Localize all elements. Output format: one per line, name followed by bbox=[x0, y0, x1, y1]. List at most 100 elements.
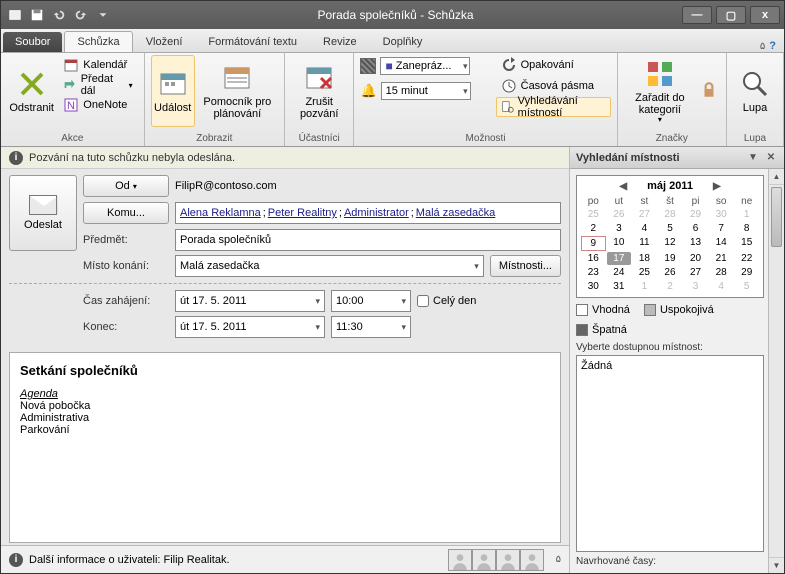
person-thumb[interactable] bbox=[472, 549, 496, 571]
show-as-combo[interactable]: ■ Zanepráz... bbox=[380, 57, 470, 75]
start-date-combo[interactable]: út 17. 5. 2011 bbox=[175, 290, 325, 312]
close-pane-icon[interactable]: ✕ bbox=[764, 151, 778, 165]
person-thumb[interactable] bbox=[448, 549, 472, 571]
cal-day[interactable]: 12 bbox=[658, 236, 683, 251]
person-thumb[interactable] bbox=[496, 549, 520, 571]
cal-day[interactable]: 13 bbox=[683, 236, 708, 251]
available-room-list[interactable]: Žádná bbox=[576, 355, 764, 552]
zoom-button[interactable]: Lupa bbox=[733, 55, 777, 127]
categorize-button[interactable]: Zařadit do kategorií▾ bbox=[624, 55, 697, 127]
start-time-combo[interactable]: 10:00 bbox=[331, 290, 411, 312]
private-button[interactable] bbox=[698, 55, 720, 127]
cal-day[interactable]: 4 bbox=[632, 222, 657, 235]
to-button[interactable]: Komu... bbox=[83, 202, 169, 224]
close-button[interactable]: x bbox=[750, 6, 780, 24]
scroll-down-icon[interactable]: ▼ bbox=[769, 557, 784, 573]
appointment-button[interactable]: Událost bbox=[151, 55, 195, 127]
cal-day[interactable]: 25 bbox=[632, 266, 657, 279]
attendee-link[interactable]: Administrator bbox=[344, 207, 409, 219]
tab-insert[interactable]: Vložení bbox=[133, 31, 196, 52]
tab-format-text[interactable]: Formátování textu bbox=[195, 31, 310, 52]
people-pane-toggle-icon[interactable]: ۵ bbox=[556, 554, 561, 565]
cal-day[interactable]: 17 bbox=[607, 252, 632, 265]
attendee-link[interactable]: Peter Realitny bbox=[268, 207, 337, 219]
cancel-invite-button[interactable]: Zrušit pozvání bbox=[291, 55, 348, 127]
cal-day[interactable]: 22 bbox=[734, 252, 759, 265]
maximize-button[interactable]: ▢ bbox=[716, 6, 746, 24]
cal-day[interactable]: 10 bbox=[607, 236, 632, 251]
cal-day-out[interactable]: 25 bbox=[581, 208, 606, 221]
cal-day-out[interactable]: 27 bbox=[632, 208, 657, 221]
end-date-combo[interactable]: út 17. 5. 2011 bbox=[175, 316, 325, 338]
cal-day[interactable]: 27 bbox=[683, 266, 708, 279]
cal-day[interactable]: 19 bbox=[658, 252, 683, 265]
ribbon-collapse-icon[interactable]: ۵ bbox=[760, 41, 765, 52]
qat-more-icon[interactable] bbox=[93, 5, 113, 25]
cal-day[interactable]: 3 bbox=[607, 222, 632, 235]
cal-day[interactable]: 21 bbox=[709, 252, 734, 265]
scheduling-button[interactable]: Pomocník pro plánování bbox=[197, 55, 278, 127]
onenote-button[interactable]: NOneNote bbox=[58, 95, 137, 115]
tab-review[interactable]: Revize bbox=[310, 31, 370, 52]
subject-input[interactable] bbox=[175, 229, 561, 251]
cal-day[interactable]: 29 bbox=[734, 266, 759, 279]
cal-day[interactable]: 20 bbox=[683, 252, 708, 265]
cal-day[interactable]: 9 bbox=[581, 236, 606, 251]
save-icon[interactable] bbox=[27, 5, 47, 25]
reminder-combo[interactable]: 15 minut bbox=[381, 82, 471, 100]
end-time-combo[interactable]: 11:30 bbox=[331, 316, 411, 338]
cal-day-out[interactable]: 1 bbox=[734, 208, 759, 221]
cal-day[interactable]: 31 bbox=[607, 280, 632, 293]
prev-month-icon[interactable]: ◀ bbox=[619, 181, 627, 192]
cal-day[interactable]: 26 bbox=[658, 266, 683, 279]
tab-meeting[interactable]: Schůzka bbox=[64, 31, 132, 52]
attendees-field[interactable]: Alena Reklamna; Peter Realitny; Administ… bbox=[175, 202, 561, 224]
scroll-up-icon[interactable]: ▲ bbox=[769, 169, 784, 185]
help-icon[interactable]: ? bbox=[769, 40, 776, 52]
send-button[interactable]: Odeslat bbox=[9, 175, 77, 251]
attendee-link[interactable]: Alena Reklamna bbox=[180, 207, 261, 219]
roomfinder-button[interactable]: Vyhledávání místností bbox=[496, 97, 611, 117]
forward-button[interactable]: Předat dál▾ bbox=[58, 75, 137, 95]
cal-day-out[interactable]: 3 bbox=[683, 280, 708, 293]
cal-day[interactable]: 15 bbox=[734, 236, 759, 251]
cal-day-out[interactable]: 2 bbox=[658, 280, 683, 293]
minimize-button[interactable]: — bbox=[682, 6, 712, 24]
cal-day[interactable]: 14 bbox=[709, 236, 734, 251]
from-button[interactable]: Od ▾ bbox=[83, 175, 169, 197]
cal-day[interactable]: 5 bbox=[658, 222, 683, 235]
next-month-icon[interactable]: ▶ bbox=[713, 181, 721, 192]
cal-day[interactable]: 11 bbox=[632, 236, 657, 251]
scroll-thumb[interactable] bbox=[771, 187, 782, 247]
person-thumb[interactable] bbox=[520, 549, 544, 571]
app-icon[interactable] bbox=[5, 5, 25, 25]
rooms-dialog-button[interactable]: Místnosti... bbox=[490, 255, 561, 277]
timezones-button[interactable]: Časová pásma bbox=[496, 76, 611, 96]
pin-icon[interactable]: ▼ bbox=[746, 151, 760, 165]
cal-day[interactable]: 7 bbox=[709, 222, 734, 235]
undo-icon[interactable] bbox=[49, 5, 69, 25]
cal-day[interactable]: 16 bbox=[581, 252, 606, 265]
cal-day[interactable]: 2 bbox=[581, 222, 606, 235]
cal-day-out[interactable]: 5 bbox=[734, 280, 759, 293]
tab-addins[interactable]: Doplňky bbox=[370, 31, 436, 52]
cal-day[interactable]: 30 bbox=[581, 280, 606, 293]
delete-button[interactable]: Odstranit bbox=[7, 55, 56, 127]
pane-scrollbar[interactable]: ▲ ▼ bbox=[768, 169, 784, 573]
cal-day[interactable]: 18 bbox=[632, 252, 657, 265]
cal-day-out[interactable]: 26 bbox=[607, 208, 632, 221]
meeting-body[interactable]: Setkání společníků Agenda Nová pobočka A… bbox=[9, 352, 561, 543]
recurrence-button[interactable]: Opakování bbox=[496, 55, 611, 75]
location-combo[interactable]: Malá zasedačka bbox=[175, 255, 484, 277]
cal-day-out[interactable]: 4 bbox=[709, 280, 734, 293]
cal-day-out[interactable]: 28 bbox=[658, 208, 683, 221]
cal-day-out[interactable]: 29 bbox=[683, 208, 708, 221]
attendee-link[interactable]: Malá zasedačka bbox=[416, 207, 496, 219]
cal-day[interactable]: 8 bbox=[734, 222, 759, 235]
cal-day-out[interactable]: 1 bbox=[632, 280, 657, 293]
cal-day[interactable]: 28 bbox=[709, 266, 734, 279]
cal-day[interactable]: 6 bbox=[683, 222, 708, 235]
calendar-button[interactable]: Kalendář bbox=[58, 55, 137, 75]
file-tab[interactable]: Soubor bbox=[3, 32, 62, 52]
redo-icon[interactable] bbox=[71, 5, 91, 25]
